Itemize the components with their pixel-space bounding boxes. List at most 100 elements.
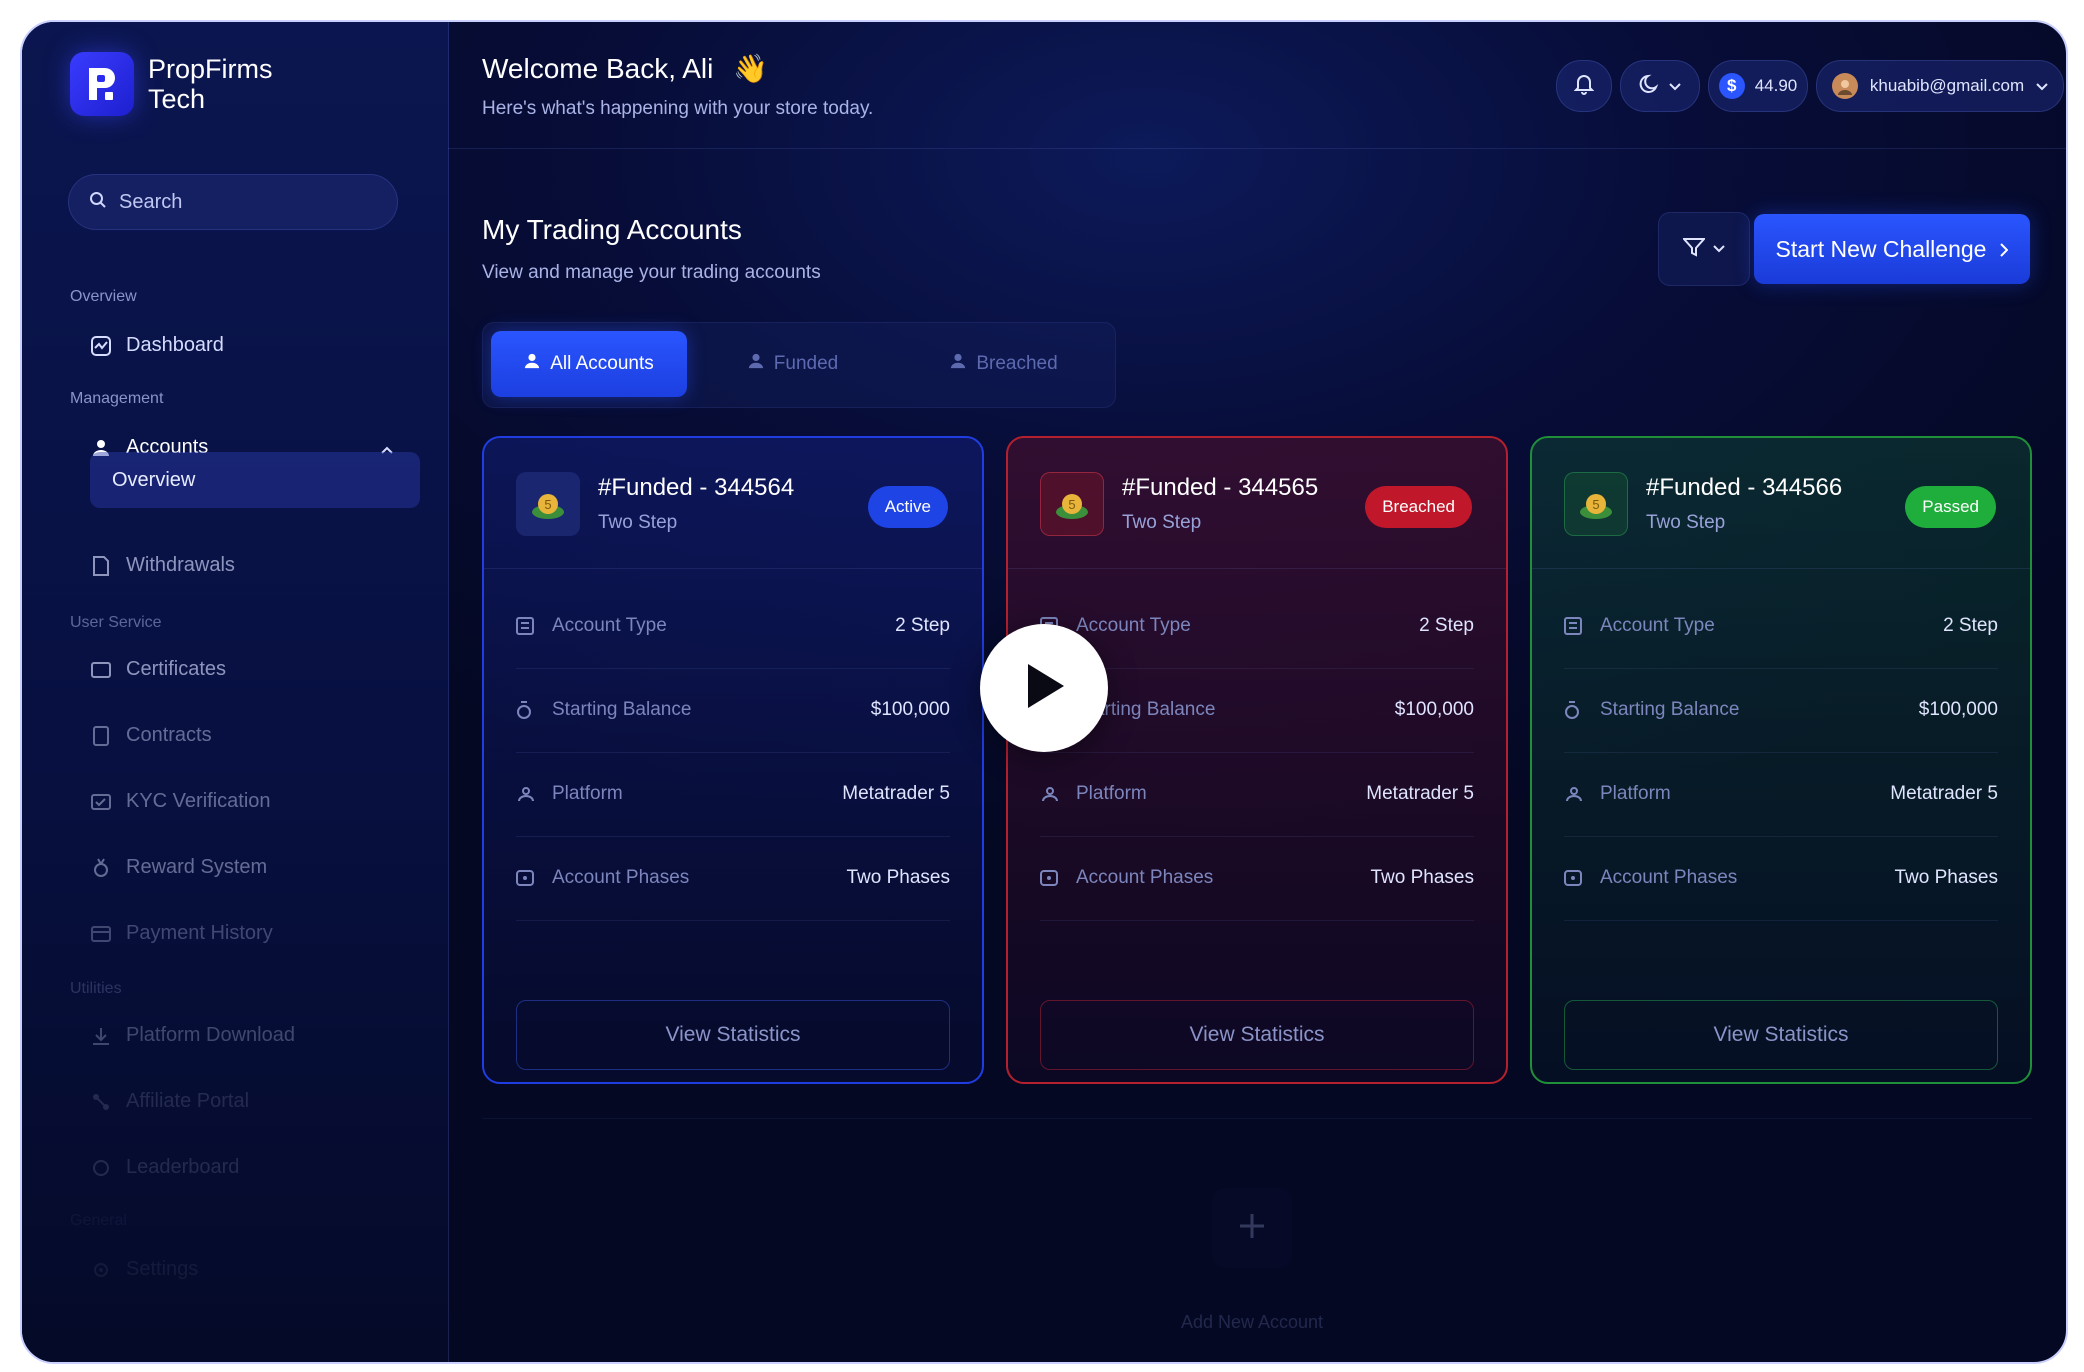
start-new-challenge-button[interactable]: Start New Challenge <box>1754 214 2030 284</box>
sidebar-item-reward[interactable]: Reward System <box>90 856 267 879</box>
user-menu-button[interactable]: khuabib@gmail.com <box>1816 60 2064 112</box>
sidebar: PropFirms Tech Overview Dashboard Manage… <box>22 22 449 1362</box>
page-subtitle: View and manage your trading accounts <box>482 262 821 283</box>
users-icon <box>1564 786 1586 802</box>
detail-row-starting-balance: Starting Balance $100,000 <box>516 668 950 753</box>
tab-label: All Accounts <box>550 353 654 374</box>
add-account-button[interactable] <box>1212 1188 1292 1268</box>
sidebar-item-leaderboard[interactable]: Leaderboard <box>90 1156 239 1179</box>
sidebar-item-label: Leaderboard <box>126 1156 240 1178</box>
metatrader-icon: 5 <box>1040 472 1104 536</box>
section-label-user-service: User Service <box>70 614 162 631</box>
svg-text:5: 5 <box>1592 497 1599 512</box>
user-icon <box>524 353 540 375</box>
sidebar-item-label: Affiliate Portal <box>126 1090 250 1112</box>
detail-row-platform: Platform Metatrader 5 <box>1040 752 1474 837</box>
section-label-management: Management <box>70 390 164 407</box>
account-card[interactable]: 5 #Funded - 344564 Two Step Active Accou… <box>482 436 984 1084</box>
sidebar-item-settings[interactable]: Settings <box>90 1258 198 1281</box>
sidebar-item-label: Reward System <box>126 856 268 878</box>
theme-toggle-button[interactable] <box>1620 60 1700 112</box>
sidebar-item-platform-download[interactable]: Platform Download <box>90 1024 295 1047</box>
trophy-icon <box>90 1157 112 1179</box>
sidebar-item-kyc[interactable]: KYC Verification <box>90 790 271 813</box>
wave-icon: 👋 <box>733 53 768 84</box>
account-card[interactable]: 5 #Funded - 344565 Two Step Breached Acc… <box>1006 436 1508 1084</box>
detail-value: Metatrader 5 <box>1890 783 1998 804</box>
contract-icon <box>90 725 112 747</box>
play-button[interactable] <box>980 624 1108 752</box>
section-label-overview: Overview <box>70 288 137 305</box>
app-window: PropFirms Tech Overview Dashboard Manage… <box>20 20 2068 1364</box>
brand-logo[interactable]: PropFirms Tech <box>70 52 273 116</box>
add-account-label: Add New Account <box>1180 1312 1324 1332</box>
detail-value: Two Phases <box>1894 867 1999 888</box>
detail-label: Starting Balance <box>1600 699 1740 720</box>
sidebar-item-payment[interactable]: Payment History <box>90 922 273 945</box>
sidebar-item-contracts[interactable]: Contracts <box>90 724 212 747</box>
filter-button[interactable] <box>1658 212 1750 286</box>
tab-all-accounts[interactable]: All Accounts <box>491 331 687 397</box>
sidebar-item-affiliate[interactable]: Affiliate Portal <box>90 1090 249 1113</box>
detail-row-account-phases: Account Phases Two Phases <box>516 836 950 921</box>
detail-label: Platform <box>1600 783 1671 804</box>
cta-label: Start New Challenge <box>1775 235 1987 262</box>
detail-value: Metatrader 5 <box>1366 783 1474 804</box>
sidebar-subitem-overview[interactable]: Overview <box>90 452 420 508</box>
brand-mark-icon <box>70 52 134 116</box>
phases-icon <box>516 870 538 886</box>
status-badge: Passed <box>1905 486 1996 528</box>
chevron-down-icon <box>1669 76 1681 96</box>
certificate-icon <box>90 659 112 681</box>
chevron-right-icon <box>2000 236 2009 263</box>
brand-name-line2: Tech <box>148 84 206 114</box>
detail-row-account-phases: Account Phases Two Phases <box>1564 836 1998 921</box>
detail-value: Two Phases <box>1370 867 1475 888</box>
card-title: #Funded - 344564 <box>598 474 795 501</box>
view-statistics-button[interactable]: View Statistics <box>516 1000 950 1070</box>
users-icon <box>516 786 538 802</box>
card-header: 5 #Funded - 344565 Two Step Breached <box>1008 438 1506 569</box>
tab-breached[interactable]: Breached <box>899 331 1109 397</box>
tab-label: Breached <box>976 353 1058 374</box>
users-icon <box>1040 786 1062 802</box>
list-icon <box>1564 617 1586 635</box>
view-statistics-button[interactable]: View Statistics <box>1564 1000 1998 1070</box>
detail-label: Starting Balance <box>552 699 692 720</box>
list-icon <box>516 617 538 635</box>
detail-value: 2 Step <box>1419 615 1474 636</box>
sidebar-item-withdrawals[interactable]: Withdrawals <box>90 554 235 577</box>
account-filter-tabs: All Accounts Funded Breached <box>482 322 1116 408</box>
detail-label: Account Phases <box>1076 867 1214 888</box>
sidebar-item-certificates[interactable]: Certificates <box>90 658 226 681</box>
welcome-heading: Welcome Back, Ali 👋 <box>482 52 768 85</box>
sidebar-item-dashboard[interactable]: Dashboard <box>90 334 224 357</box>
detail-row-account-type: Account Type 2 Step <box>1564 584 1998 669</box>
detail-label: Platform <box>552 783 623 804</box>
detail-value: Metatrader 5 <box>842 783 950 804</box>
search-input[interactable] <box>117 189 371 215</box>
search-box[interactable] <box>68 174 398 230</box>
play-icon <box>1020 660 1068 717</box>
sidebar-item-label: Certificates <box>126 658 227 680</box>
detail-label: Account Phases <box>1600 867 1738 888</box>
view-statistics-button[interactable]: View Statistics <box>1040 1000 1474 1070</box>
wallet-balance[interactable]: $ 44.90 <box>1708 60 1808 112</box>
user-icon <box>748 353 764 375</box>
document-icon <box>90 555 112 577</box>
sidebar-item-label: Dashboard <box>126 334 224 356</box>
account-card[interactable]: 5 #Funded - 344566 Two Step Passed Accou… <box>1530 436 2032 1084</box>
svg-text:5: 5 <box>544 497 551 512</box>
plus-icon <box>1237 1211 1267 1246</box>
notification-button[interactable] <box>1556 60 1612 112</box>
status-badge: Active <box>867 486 948 528</box>
tab-funded[interactable]: Funded <box>695 331 891 397</box>
detail-row-account-phases: Account Phases Two Phases <box>1040 836 1474 921</box>
detail-value: $100,000 <box>1918 699 1998 720</box>
brand-name: PropFirms Tech <box>148 54 273 114</box>
card-header: 5 #Funded - 344564 Two Step Active <box>484 438 982 569</box>
detail-label: Platform <box>1076 783 1147 804</box>
card-icon <box>90 923 112 945</box>
detail-value: Two Phases <box>846 867 951 888</box>
chevron-down-icon <box>2036 76 2048 96</box>
